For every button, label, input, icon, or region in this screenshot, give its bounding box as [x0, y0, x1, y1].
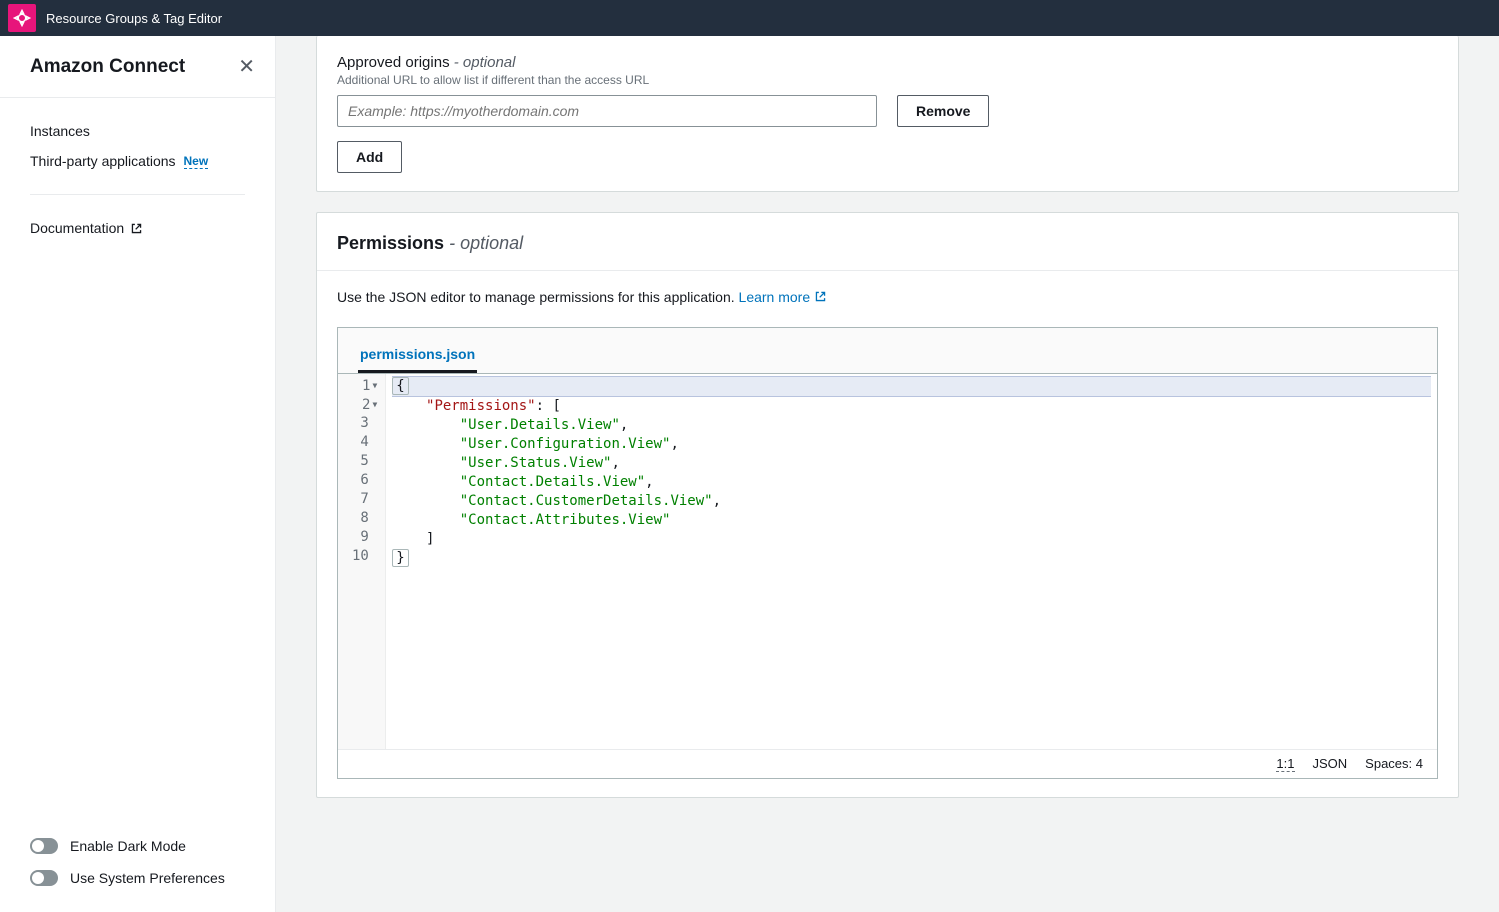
global-header: Resource Groups & Tag Editor [0, 0, 1499, 36]
editor-tabs: permissions.json [338, 328, 1437, 374]
editor-tab-permissions[interactable]: permissions.json [358, 338, 477, 373]
approved-origins-label: Approved origins - optional [337, 54, 1438, 71]
editor-indent[interactable]: Spaces: 4 [1365, 756, 1423, 772]
approved-origin-input[interactable] [337, 95, 877, 127]
editor-body[interactable]: 1▼ 2▼ 3 4 5 6 7 8 9 10 { [338, 374, 1437, 749]
cursor-position[interactable]: 1:1 [1276, 756, 1294, 772]
permissions-description: Use the JSON editor to manage permission… [337, 289, 1438, 305]
editor-status-bar: 1:1 JSON Spaces: 4 [338, 749, 1437, 778]
permissions-panel: Permissions - optional Use the JSON edit… [316, 212, 1459, 798]
approved-origins-panel: Approved origins - optional Additional U… [316, 36, 1459, 192]
learn-more-link[interactable]: Learn more [739, 289, 828, 305]
editor-mode[interactable]: JSON [1313, 756, 1348, 772]
sidebar-item-instances[interactable]: Instances [30, 116, 245, 146]
editor-gutter: 1▼ 2▼ 3 4 5 6 7 8 9 10 [338, 374, 386, 749]
remove-origin-button[interactable]: Remove [897, 95, 989, 127]
main-content: Approved origins - optional Additional U… [276, 36, 1499, 912]
external-link-icon [814, 290, 827, 303]
sidebar-item-documentation[interactable]: Documentation [30, 213, 245, 243]
external-link-icon [130, 222, 143, 235]
sidebar: Amazon Connect ✕ Instances Third-party a… [0, 36, 276, 912]
approved-origins-description: Additional URL to allow list if differen… [337, 73, 1438, 87]
sidebar-title: Amazon Connect [30, 56, 185, 78]
sidebar-item-label: Third-party applications [30, 153, 176, 169]
json-editor: permissions.json 1▼ 2▼ 3 4 5 6 7 8 [337, 327, 1438, 779]
system-pref-toggle-row: Use System Preferences [30, 862, 245, 894]
editor-code[interactable]: { "Permissions": [ "User.Details.View", … [386, 374, 1437, 749]
new-badge: New [184, 154, 209, 169]
sidebar-header: Amazon Connect ✕ [0, 36, 275, 98]
close-sidebar-button[interactable]: ✕ [238, 54, 255, 79]
add-origin-button[interactable]: Add [337, 141, 402, 173]
sidebar-item-label: Instances [30, 123, 90, 139]
dark-mode-label: Enable Dark Mode [70, 838, 186, 854]
sidebar-item-label: Documentation [30, 220, 124, 236]
dark-mode-toggle[interactable] [30, 838, 58, 854]
sidebar-item-third-party-apps[interactable]: Third-party applications New [30, 146, 245, 176]
system-pref-toggle[interactable] [30, 870, 58, 886]
service-logo [8, 4, 36, 32]
dark-mode-toggle-row: Enable Dark Mode [30, 830, 245, 862]
permissions-header: Permissions - optional [317, 213, 1458, 271]
service-title: Resource Groups & Tag Editor [46, 11, 222, 26]
system-pref-label: Use System Preferences [70, 870, 225, 886]
